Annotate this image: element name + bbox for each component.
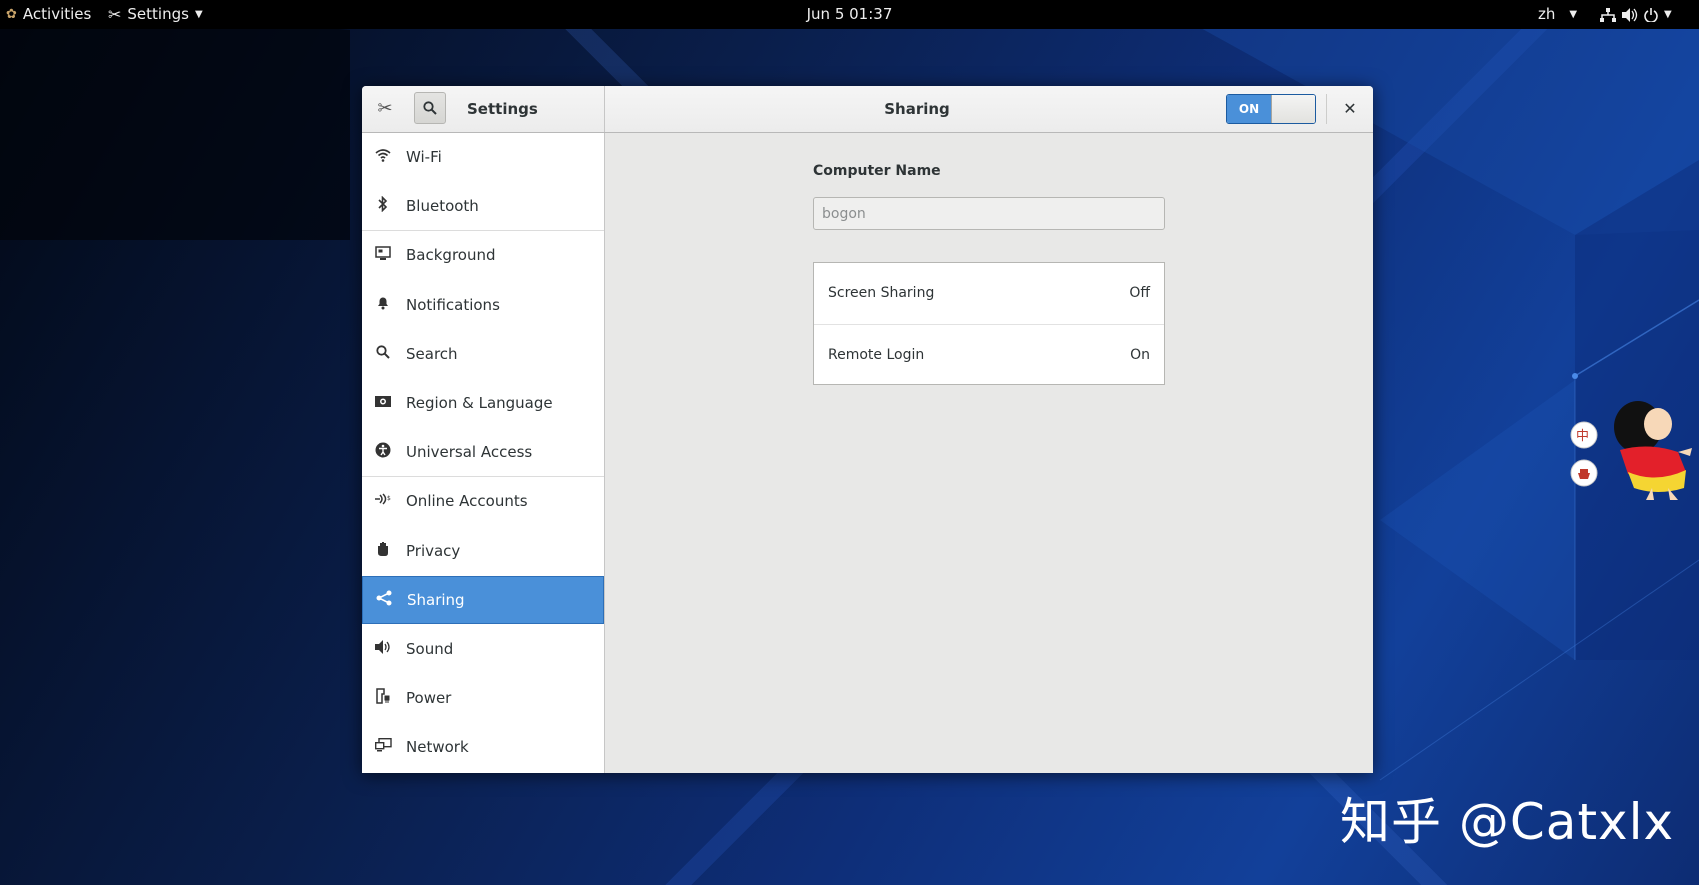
watermark: 知乎 @Catxlx — [1340, 793, 1675, 851]
ime-mode-label: 中 — [1576, 429, 1590, 444]
sidebar-item-background[interactable]: Background — [362, 231, 604, 279]
computer-name-label: Computer Name — [813, 163, 941, 179]
service-status: On — [1130, 346, 1150, 363]
sidebar-item-region-language[interactable]: Region & Language — [362, 379, 604, 427]
service-label: Screen Sharing — [828, 285, 935, 301]
sidebar-item-label: Notifications — [406, 295, 500, 314]
search-icon — [423, 101, 437, 115]
header-separator — [1326, 94, 1327, 124]
switch-knob — [1271, 95, 1315, 123]
tools-icon: ✂ — [377, 98, 393, 119]
power-icon — [1644, 7, 1658, 22]
sidebar-item-search[interactable]: Search — [362, 330, 604, 378]
service-label: Remote Login — [828, 346, 925, 363]
sidebar-item-label: Sound — [406, 640, 454, 658]
sidebar-item-sound[interactable]: Sound — [362, 625, 604, 673]
chevron-down-icon: ▼ — [1664, 9, 1672, 20]
sidebar-item-online-accounts[interactable]: $ Online Accounts — [362, 477, 604, 525]
chevron-down-icon: ▼ — [1569, 9, 1578, 20]
top-bar: ✿ Activities ✂ Settings ▼ Jun 5 01:37 zh… — [0, 0, 1699, 29]
sharing-panel: Computer Name Screen Sharing Off Remote … — [605, 133, 1373, 773]
sidebar-item-notifications[interactable]: Notifications — [362, 281, 604, 329]
sidebar: Wi-Fi Bluetooth Background Notifications Sea… — [362, 133, 605, 773]
background-icon — [374, 246, 392, 264]
sidebar-item-label: Wi-Fi — [406, 148, 442, 166]
share-icon — [375, 590, 393, 610]
sidebar-item-bluetooth[interactable]: Bluetooth — [362, 182, 604, 230]
mascot-icon — [1570, 401, 1692, 500]
switch-on-label: ON — [1227, 95, 1271, 123]
clock[interactable]: Jun 5 01:37 — [0, 0, 1699, 29]
panel-title: Sharing — [884, 100, 950, 118]
sidebar-title: Settings — [467, 100, 538, 118]
sidebar-item-label: Bluetooth — [406, 197, 479, 216]
bluetooth-icon — [374, 195, 392, 216]
close-button[interactable]: ✕ — [1335, 94, 1365, 124]
service-status: Off — [1129, 285, 1150, 301]
computer-name-field[interactable] — [813, 197, 1165, 230]
header-bar: ✂ Settings Sharing ON ✕ — [362, 86, 1373, 133]
language-menu[interactable]: zh ▼ — [1538, 0, 1577, 29]
sidebar-item-network[interactable]: Network — [362, 723, 604, 771]
input-method-widget[interactable]: 中 — [1568, 392, 1696, 502]
volume-icon — [1622, 7, 1638, 22]
sidebar-item-label: Power — [406, 689, 452, 708]
sidebar-item-label: Search — [406, 344, 458, 363]
power-plug-icon — [374, 688, 392, 708]
accessibility-icon — [374, 442, 392, 462]
sharing-toggle[interactable]: ON — [1226, 94, 1316, 124]
online-accounts-icon: $ — [374, 492, 392, 510]
language-label: zh — [1538, 5, 1556, 23]
sidebar-header: ✂ Settings — [362, 86, 605, 132]
remote-login-row[interactable]: Remote Login On — [814, 324, 1164, 384]
sidebar-item-wi-fi[interactable]: Wi-Fi — [362, 133, 604, 181]
svg-text:$: $ — [387, 495, 391, 502]
hand-icon — [374, 541, 392, 561]
speaker-icon — [374, 640, 392, 658]
sidebar-item-label: Privacy — [406, 541, 461, 560]
network-icon — [374, 738, 392, 756]
clock-label: Jun 5 01:37 — [806, 5, 893, 23]
sidebar-item-sharing[interactable]: Sharing — [362, 575, 604, 624]
sidebar-item-label: Region & Language — [406, 394, 553, 412]
network-wired-icon — [1600, 7, 1616, 22]
settings-window: ✂ Settings Sharing ON ✕ Wi-Fi Bluetooth Ba… — [362, 86, 1373, 773]
search-button[interactable] — [414, 92, 446, 124]
screen-sharing-row[interactable]: Screen Sharing Off — [814, 263, 1164, 323]
sidebar-item-universal-access[interactable]: Universal Access — [362, 428, 604, 476]
sidebar-item-label: Sharing — [407, 590, 465, 609]
system-menu[interactable]: ▼ — [1600, 0, 1672, 29]
close-icon: ✕ — [1343, 99, 1357, 118]
bell-icon — [374, 295, 392, 314]
sharing-services-list: Screen Sharing Off Remote Login On — [813, 262, 1165, 385]
sidebar-item-label: Background — [406, 246, 496, 265]
sidebar-item-power[interactable]: Power — [362, 674, 604, 722]
search-icon — [374, 345, 392, 363]
sidebar-item-label: Network — [406, 738, 469, 757]
sidebar-item-privacy[interactable]: Privacy — [362, 527, 604, 575]
region-icon — [374, 395, 392, 412]
wifi-icon — [374, 148, 392, 166]
sidebar-item-label: Universal Access — [406, 443, 533, 462]
sidebar-item-label: Online Accounts — [406, 492, 528, 511]
